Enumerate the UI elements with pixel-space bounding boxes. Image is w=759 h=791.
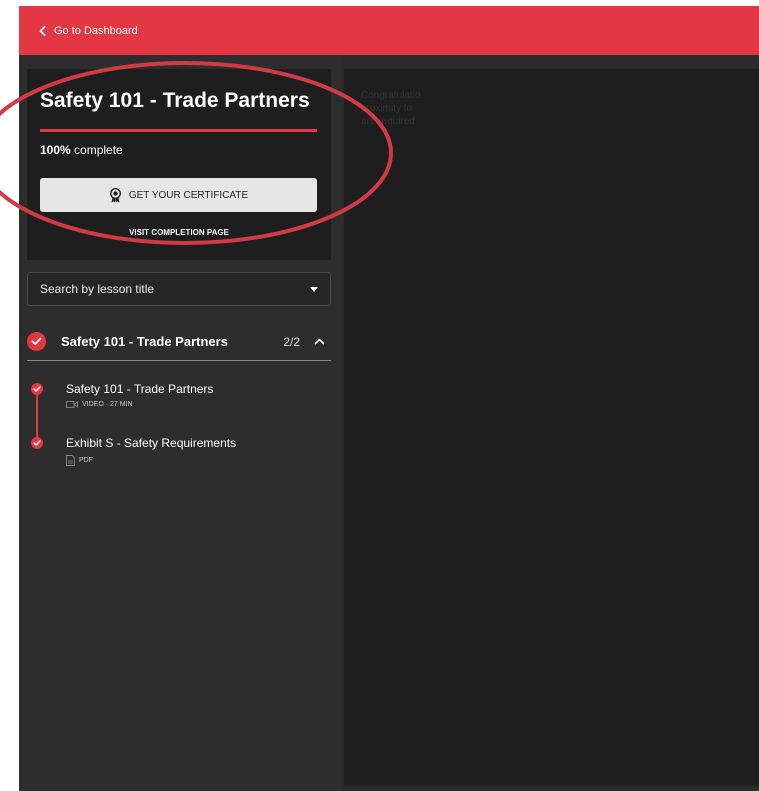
- pdf-icon: [66, 455, 75, 466]
- lesson-meta: PDF: [66, 455, 93, 466]
- progress-suffix: complete: [70, 143, 123, 157]
- video-icon: [66, 401, 78, 408]
- lesson-search-placeholder: Search by lesson title: [40, 282, 155, 296]
- lesson-title: Safety 101 - Trade Partners: [66, 382, 214, 396]
- progress-text: 100% complete: [40, 143, 123, 157]
- section-header[interactable]: Safety 101 - Trade Partners 2/2: [27, 323, 331, 361]
- course-title: Safety 101 - Trade Partners: [40, 89, 310, 112]
- section-title: Safety 101 - Trade Partners: [61, 334, 228, 349]
- course-progress-card: Safety 101 - Trade Partners 100% complet…: [27, 69, 331, 260]
- progress-bar: [40, 129, 317, 132]
- section-count: 2/2: [283, 334, 300, 349]
- get-certificate-label: GET YOUR CERTIFICATE: [128, 189, 249, 201]
- caret-down-icon: [310, 286, 318, 292]
- top-bar: Go to Dashboard: [19, 6, 759, 55]
- lesson-content-area: [344, 69, 759, 786]
- visit-completion-page-link[interactable]: VISIT COMPLETION PAGE: [27, 228, 331, 237]
- lesson-meta-text: VIDEO · 27 MIN: [82, 401, 133, 408]
- course-player: Go to Dashboard Safety 101 - Trade Partn…: [19, 6, 759, 791]
- go-to-dashboard-link[interactable]: Go to Dashboard: [39, 25, 138, 37]
- lesson-content-line: proximity to: [361, 103, 413, 114]
- progress-percent: 100%: [40, 143, 71, 157]
- lesson-title: Exhibit S - Safety Requirements: [66, 436, 237, 450]
- lesson-complete-check-icon: [31, 437, 43, 449]
- progress-bar-fill: [40, 129, 317, 132]
- lesson-content-line: Congratulatio: [361, 90, 421, 101]
- get-certificate-button[interactable]: GET YOUR CERTIFICATE: [40, 178, 317, 212]
- lesson-search-select[interactable]: Search by lesson title: [27, 272, 331, 306]
- lesson-meta: VIDEO · 27 MIN: [66, 401, 133, 408]
- chevron-up-icon[interactable]: [314, 338, 325, 345]
- lesson-complete-check-icon: [31, 383, 43, 395]
- lesson-content-line: are required: [361, 116, 415, 127]
- lesson-content-text: Congratulatio proximity to are required: [361, 89, 481, 128]
- lesson-meta-text: PDF: [79, 457, 93, 464]
- certificate-icon: [109, 187, 121, 203]
- lesson-progress-line: [36, 388, 38, 438]
- section-check-icon: [27, 332, 46, 351]
- chevron-left-icon: [39, 25, 46, 36]
- go-to-dashboard-label: Go to Dashboard: [54, 24, 138, 37]
- sidebar: Safety 101 - Trade Partners 100% complet…: [19, 55, 343, 791]
